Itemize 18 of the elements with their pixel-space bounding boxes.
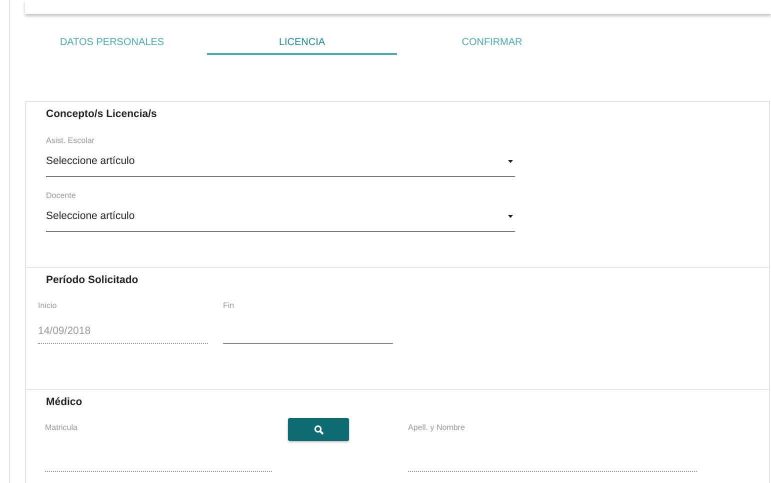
- select-field[interactable]: Seleccione artículo: [46, 146, 515, 177]
- field-label: Matricula: [45, 423, 78, 433]
- field-label: Fin: [223, 301, 236, 311]
- caret-icon: [508, 160, 513, 162]
- field-label: Inicio: [38, 301, 58, 311]
- tab[interactable]: CONFIRMAR: [397, 15, 587, 55]
- search-button[interactable]: [288, 418, 349, 441]
- search-icon: [314, 424, 324, 434]
- caret-icon: [508, 214, 513, 218]
- section-title: Concepto/s Licencia/s: [45, 107, 158, 122]
- tab[interactable]: LICENCIA: [207, 15, 397, 55]
- field-label: Docente: [46, 191, 77, 201]
- field-label: Apell. y Nombre: [408, 423, 466, 433]
- tab[interactable]: DATOS PERSONALES: [17, 15, 207, 55]
- section-title: Médico: [45, 395, 84, 410]
- select-field[interactable]: Seleccione artículo: [46, 201, 515, 232]
- section-title: Período Solicitado: [45, 273, 140, 288]
- field-label: Asist. Escolar: [46, 136, 96, 146]
